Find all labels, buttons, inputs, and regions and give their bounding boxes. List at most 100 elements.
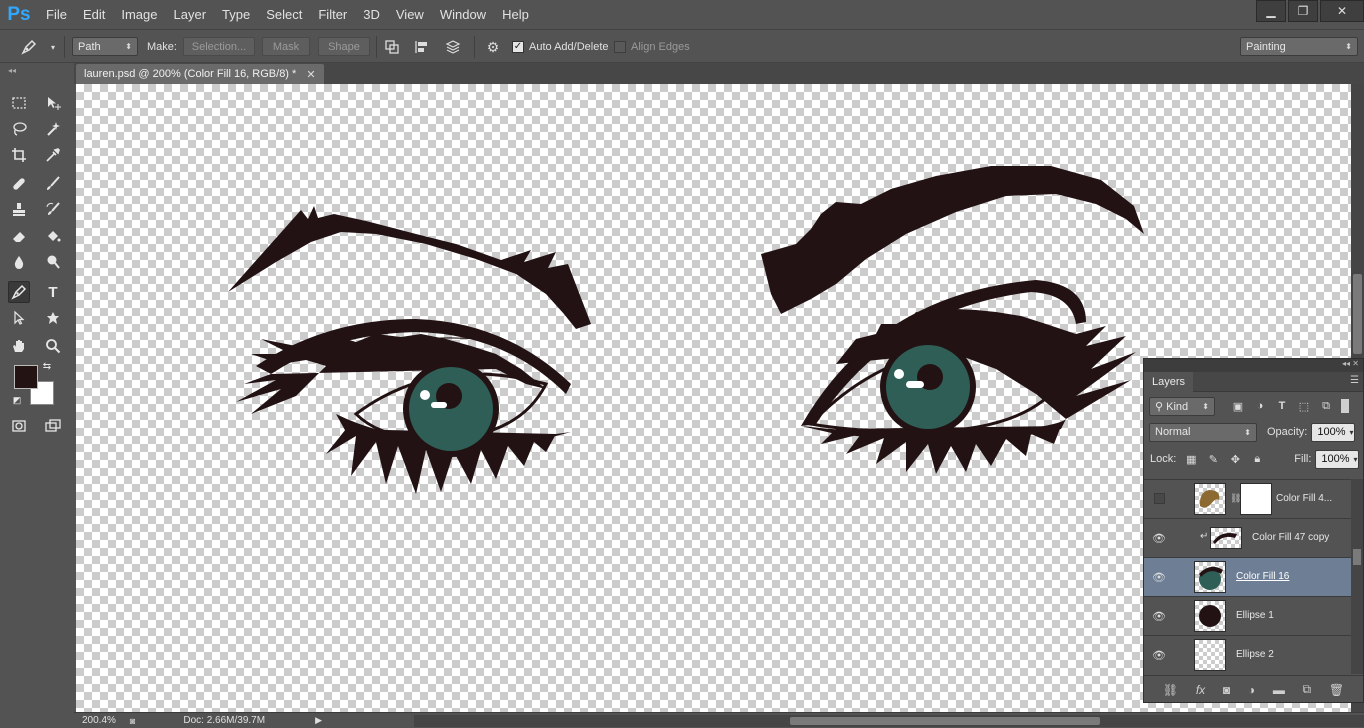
lock-transparent-icon[interactable]: ▦ xyxy=(1184,452,1198,466)
move-tool-icon[interactable] xyxy=(42,92,64,114)
menu-window[interactable]: Window xyxy=(432,0,494,29)
eyedropper-tool-icon[interactable] xyxy=(42,144,64,166)
new-layer-icon[interactable]: ⧉ xyxy=(1303,682,1312,697)
delete-layer-icon[interactable]: 🗑︎ xyxy=(1329,683,1344,697)
workspace-dropdown[interactable]: Painting ⬍ xyxy=(1240,37,1358,56)
menu-help[interactable]: Help xyxy=(494,0,537,29)
panel-collapse-icon[interactable]: ◂◂ ✕ xyxy=(1144,359,1363,372)
status-preview-icon[interactable]: ◙ xyxy=(130,716,135,726)
lock-image-icon[interactable]: ✎ xyxy=(1206,452,1220,466)
eye-icon[interactable]: 👁︎ xyxy=(1152,610,1166,623)
layer-row[interactable]: 👁︎ Ellipse 1 xyxy=(1144,596,1351,635)
canvas-vertical-scroll-thumb[interactable] xyxy=(1353,274,1362,354)
menu-view[interactable]: View xyxy=(388,0,432,29)
pen-mode-dropdown[interactable]: Path ⬍ xyxy=(72,37,138,56)
opacity-input[interactable]: 100% ▾ xyxy=(1311,422,1356,442)
layer-name[interactable]: Color Fill 47 copy xyxy=(1252,532,1329,543)
panel-menu-icon[interactable]: ☰ xyxy=(1350,375,1359,386)
close-button[interactable]: ✕ xyxy=(1320,0,1364,22)
layer-mask-thumbnail[interactable] xyxy=(1240,483,1272,515)
lock-all-icon[interactable]: 🔒︎ xyxy=(1250,452,1264,466)
layer-name[interactable]: Ellipse 1 xyxy=(1236,610,1274,621)
magic-wand-tool-icon[interactable] xyxy=(42,118,64,140)
link-layers-icon[interactable]: ⛓ xyxy=(1163,683,1178,697)
eraser-tool-icon[interactable] xyxy=(8,225,30,247)
hand-tool-icon[interactable] xyxy=(8,335,30,357)
screen-mode-icon[interactable] xyxy=(42,415,64,437)
path-alignment-icon[interactable] xyxy=(413,38,431,56)
eye-icon[interactable]: 👁︎ xyxy=(1152,649,1166,662)
zoom-tool-icon[interactable] xyxy=(42,335,64,357)
swap-colors-icon[interactable]: ⇆ xyxy=(40,359,54,373)
align-edges-checkbox[interactable] xyxy=(614,40,626,53)
menu-layer[interactable]: Layer xyxy=(166,0,215,29)
filter-kind-dropdown[interactable]: ⚲ Kind ⬍ xyxy=(1149,396,1215,416)
path-operations-icon[interactable] xyxy=(383,38,401,56)
default-colors-icon[interactable]: ◩ xyxy=(10,393,24,407)
lasso-tool-icon[interactable] xyxy=(8,118,30,140)
pen-tool-icon[interactable] xyxy=(20,38,38,56)
layer-row[interactable]: ⛓ Color Fill 4... xyxy=(1144,479,1351,518)
healing-brush-tool-icon[interactable] xyxy=(8,173,30,195)
eye-icon[interactable]: 👁︎ xyxy=(1152,532,1166,545)
layer-row[interactable]: 👁︎ Ellipse 2 xyxy=(1144,635,1351,674)
menu-edit[interactable]: Edit xyxy=(75,0,113,29)
custom-shape-tool-icon[interactable] xyxy=(42,307,64,329)
dodge-tool-icon[interactable] xyxy=(42,251,64,273)
marquee-tool-icon[interactable] xyxy=(8,92,30,114)
gear-icon[interactable]: ⚙ xyxy=(484,38,502,56)
quick-mask-icon[interactable] xyxy=(8,415,30,437)
filter-smart-object-icon[interactable]: ⧉ xyxy=(1319,399,1333,413)
layers-scrollbar[interactable] xyxy=(1351,479,1363,674)
pen-tool-icon[interactable] xyxy=(8,281,30,303)
lock-position-icon[interactable]: ✥ xyxy=(1228,452,1242,466)
menu-filter[interactable]: Filter xyxy=(310,0,355,29)
zoom-level[interactable]: 200.4% xyxy=(82,715,116,726)
make-shape-button[interactable]: Shape xyxy=(318,37,370,56)
layer-style-fx-icon[interactable]: fx xyxy=(1196,683,1205,697)
layer-name[interactable]: Color Fill 16 xyxy=(1236,571,1289,582)
history-brush-tool-icon[interactable] xyxy=(42,199,64,221)
make-mask-button[interactable]: Mask xyxy=(262,37,310,56)
status-menu-arrow-icon[interactable]: ▶ xyxy=(315,715,322,726)
layer-row[interactable]: 👁︎ ↵ Color Fill 47 copy xyxy=(1144,518,1351,557)
paint-bucket-tool-icon[interactable] xyxy=(42,225,64,247)
layer-row-selected[interactable]: 👁︎ Color Fill 16 xyxy=(1144,557,1351,596)
layer-name[interactable]: Color Fill 4... xyxy=(1276,493,1332,504)
filter-toggle-switch[interactable] xyxy=(1341,399,1349,413)
blur-tool-icon[interactable] xyxy=(8,251,30,273)
restore-button[interactable]: ❐ xyxy=(1288,0,1318,22)
toolbox-collapse-icon[interactable]: ◂◂ xyxy=(8,66,58,78)
filter-adjustment-icon[interactable]: ◑ xyxy=(1253,399,1267,413)
filter-pixel-icon[interactable]: ▣ xyxy=(1231,399,1245,413)
path-selection-tool-icon[interactable] xyxy=(8,307,30,329)
tab-layers[interactable]: Layers xyxy=(1144,372,1194,392)
close-tab-icon[interactable]: ✕ xyxy=(306,68,315,81)
auto-add-delete-checkbox[interactable]: ✓ xyxy=(512,40,524,53)
foreground-color-swatch[interactable] xyxy=(14,365,38,389)
menu-image[interactable]: Image xyxy=(113,0,165,29)
canvas-horizontal-scroll-thumb[interactable] xyxy=(790,717,1100,725)
canvas-horizontal-scrollbar[interactable] xyxy=(414,715,1364,727)
blend-mode-dropdown[interactable]: Normal ⬍ xyxy=(1149,422,1257,442)
filter-shape-icon[interactable]: ⬚ xyxy=(1297,399,1311,413)
new-group-icon[interactable]: ▬ xyxy=(1273,683,1285,697)
adjustment-layer-icon[interactable]: ◑ xyxy=(1248,683,1255,697)
brush-tool-icon[interactable] xyxy=(42,173,64,195)
eye-icon[interactable]: 👁︎ xyxy=(1152,571,1166,584)
visibility-toggle[interactable] xyxy=(1154,493,1165,504)
add-mask-icon[interactable]: ◙ xyxy=(1223,683,1230,697)
layers-scroll-thumb[interactable] xyxy=(1353,549,1361,565)
clone-stamp-tool-icon[interactable] xyxy=(8,199,30,221)
path-arrangement-icon[interactable] xyxy=(444,38,462,56)
fill-input[interactable]: 100% ▾ xyxy=(1315,449,1360,469)
tool-preset-chevron-icon[interactable]: ▾ xyxy=(44,38,62,56)
type-tool-icon[interactable]: T xyxy=(42,281,64,303)
menu-file[interactable]: File xyxy=(38,0,75,29)
document-tab[interactable]: lauren.psd @ 200% (Color Fill 16, RGB/8)… xyxy=(76,64,324,84)
menu-3d[interactable]: 3D xyxy=(355,0,388,29)
crop-tool-icon[interactable] xyxy=(8,144,30,166)
filter-type-icon[interactable]: T xyxy=(1275,399,1289,413)
menu-type[interactable]: Type xyxy=(214,0,258,29)
menu-select[interactable]: Select xyxy=(258,0,310,29)
